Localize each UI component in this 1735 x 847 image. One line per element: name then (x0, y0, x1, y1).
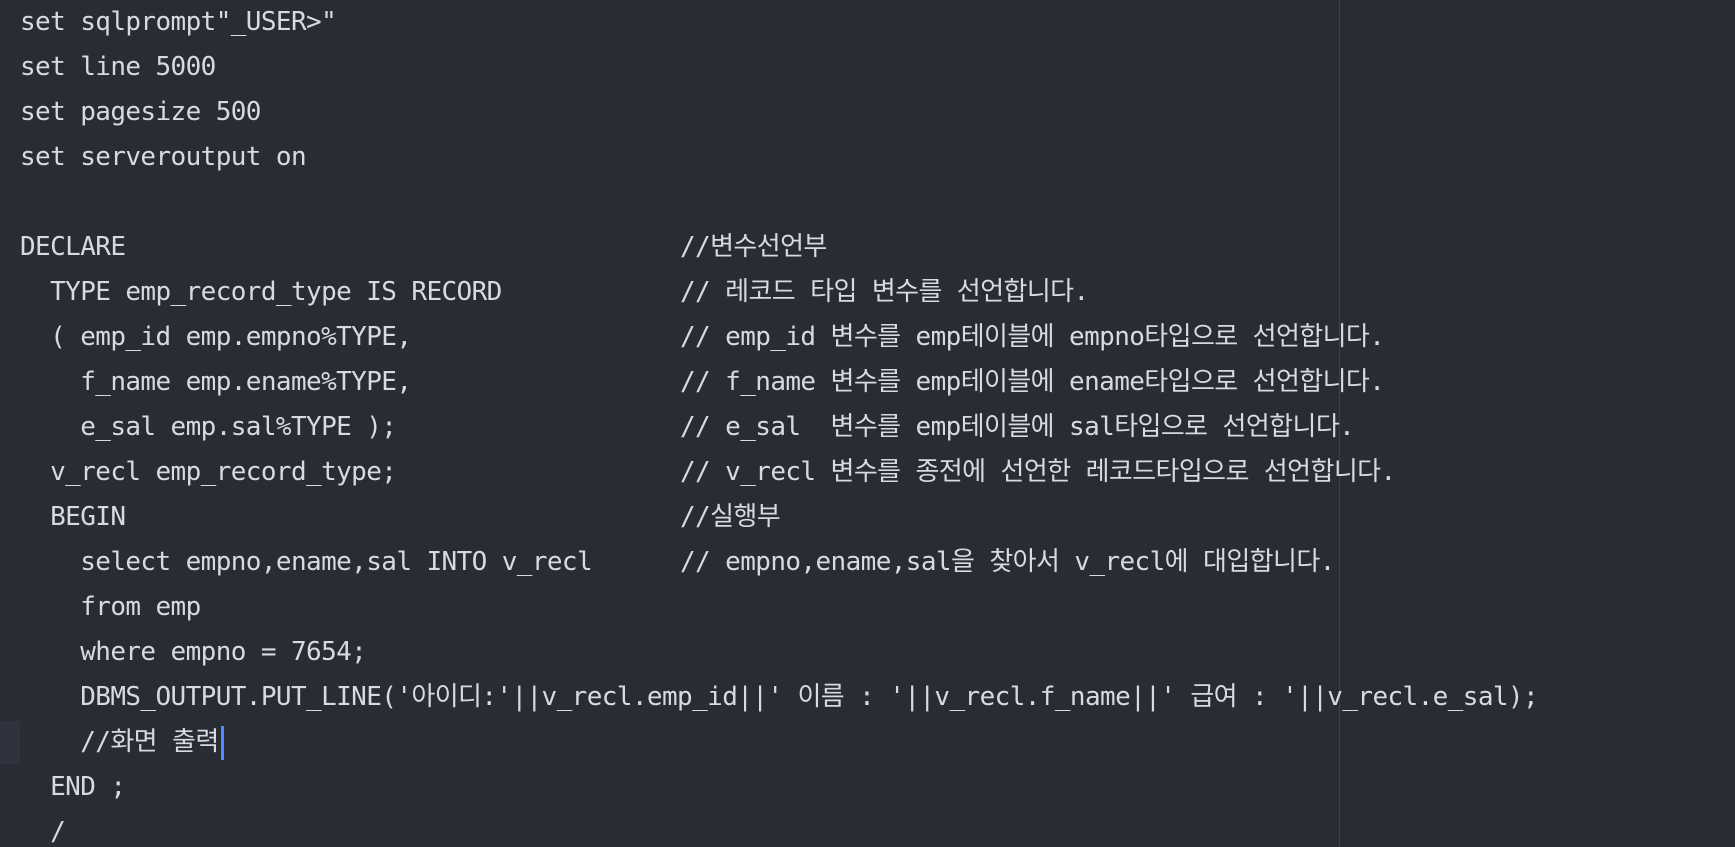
line-comment: //변수선언부 (680, 232, 827, 262)
line-code: set serveroutput on (20, 142, 307, 172)
code-line-18[interactable]: END ; (20, 765, 1735, 810)
line-code: / (20, 817, 66, 847)
code-line-3[interactable]: set pagesize 500 (20, 90, 1735, 135)
code-line-5[interactable] (20, 180, 1735, 225)
code-line-14[interactable]: from emp (20, 585, 1735, 630)
line-code: set pagesize 500 (20, 97, 261, 127)
line-code: from emp (20, 592, 201, 622)
code-editor[interactable]: set sqlprompt"_USER>" set line 5000 set … (0, 0, 1735, 847)
line-code: e_sal emp.sal%TYPE ); (20, 412, 397, 442)
code-line-6[interactable]: DECLARE //변수선언부 (20, 225, 1735, 270)
code-line-8[interactable]: ( emp_id emp.empno%TYPE, // emp_id 변수를 e… (20, 315, 1735, 360)
line-code: ( emp_id emp.empno%TYPE, (20, 322, 412, 352)
code-line-4[interactable]: set serveroutput on (20, 135, 1735, 180)
line-code: //화면 출력 (20, 727, 219, 757)
line-code: set line 5000 (20, 52, 216, 82)
line-comment: // emp_id 변수를 emp테이블에 empno타입으로 선언합니다. (680, 322, 1385, 352)
code-line-12[interactable]: BEGIN //실행부 (20, 495, 1735, 540)
code-line-15[interactable]: where empno = 7654; (20, 630, 1735, 675)
line-code: set sqlprompt"_USER>" (20, 7, 337, 37)
code-line-13[interactable]: select empno,ename,sal INTO v_recl // em… (20, 540, 1735, 585)
code-line-7[interactable]: TYPE emp_record_type IS RECORD // 레코드 타입… (20, 270, 1735, 315)
code-line-17[interactable]: //화면 출력 (0, 720, 1735, 765)
line-comment: // empno,ename,sal을 찾아서 v_recl에 대입합니다. (680, 547, 1335, 577)
line-comment: // e_sal 변수를 emp테이블에 sal타입으로 선언합니다. (680, 412, 1355, 442)
code-line-9[interactable]: f_name emp.ename%TYPE, // f_name 변수를 emp… (20, 360, 1735, 405)
line-code: f_name emp.ename%TYPE, (20, 367, 412, 397)
line-comment: // v_recl 변수를 종전에 선언한 레코드타입으로 선언합니다. (680, 457, 1396, 487)
code-line-10[interactable]: e_sal emp.sal%TYPE ); // e_sal 변수를 emp테이… (20, 405, 1735, 450)
line-code: DECLARE (20, 232, 126, 262)
editor-lines: set sqlprompt"_USER>" set line 5000 set … (0, 0, 1735, 847)
code-line-1[interactable]: set sqlprompt"_USER>" (20, 0, 1735, 45)
line-comment: // 레코드 타입 변수를 선언합니다. (680, 277, 1089, 307)
line-code: TYPE emp_record_type IS RECORD (20, 277, 502, 307)
text-cursor (221, 726, 224, 760)
code-line-19[interactable]: / (20, 810, 1735, 847)
code-line-11[interactable]: v_recl emp_record_type; // v_recl 변수를 종전… (20, 450, 1735, 495)
line-code: END ; (20, 772, 126, 802)
line-comment: // f_name 변수를 emp테이블에 ename타입으로 선언합니다. (680, 367, 1385, 397)
code-line-16[interactable]: DBMS_OUTPUT.PUT_LINE('아이디:'||v_recl.emp_… (20, 675, 1735, 720)
code-line-2[interactable]: set line 5000 (20, 45, 1735, 90)
line-code: select empno,ename,sal INTO v_recl (20, 547, 593, 577)
line-code: where empno = 7654; (20, 637, 367, 667)
line-code: BEGIN (20, 502, 126, 532)
line-code: v_recl emp_record_type; (20, 457, 397, 487)
line-comment: //실행부 (680, 502, 781, 532)
line-code: DBMS_OUTPUT.PUT_LINE('아이디:'||v_recl.emp_… (20, 682, 1539, 712)
